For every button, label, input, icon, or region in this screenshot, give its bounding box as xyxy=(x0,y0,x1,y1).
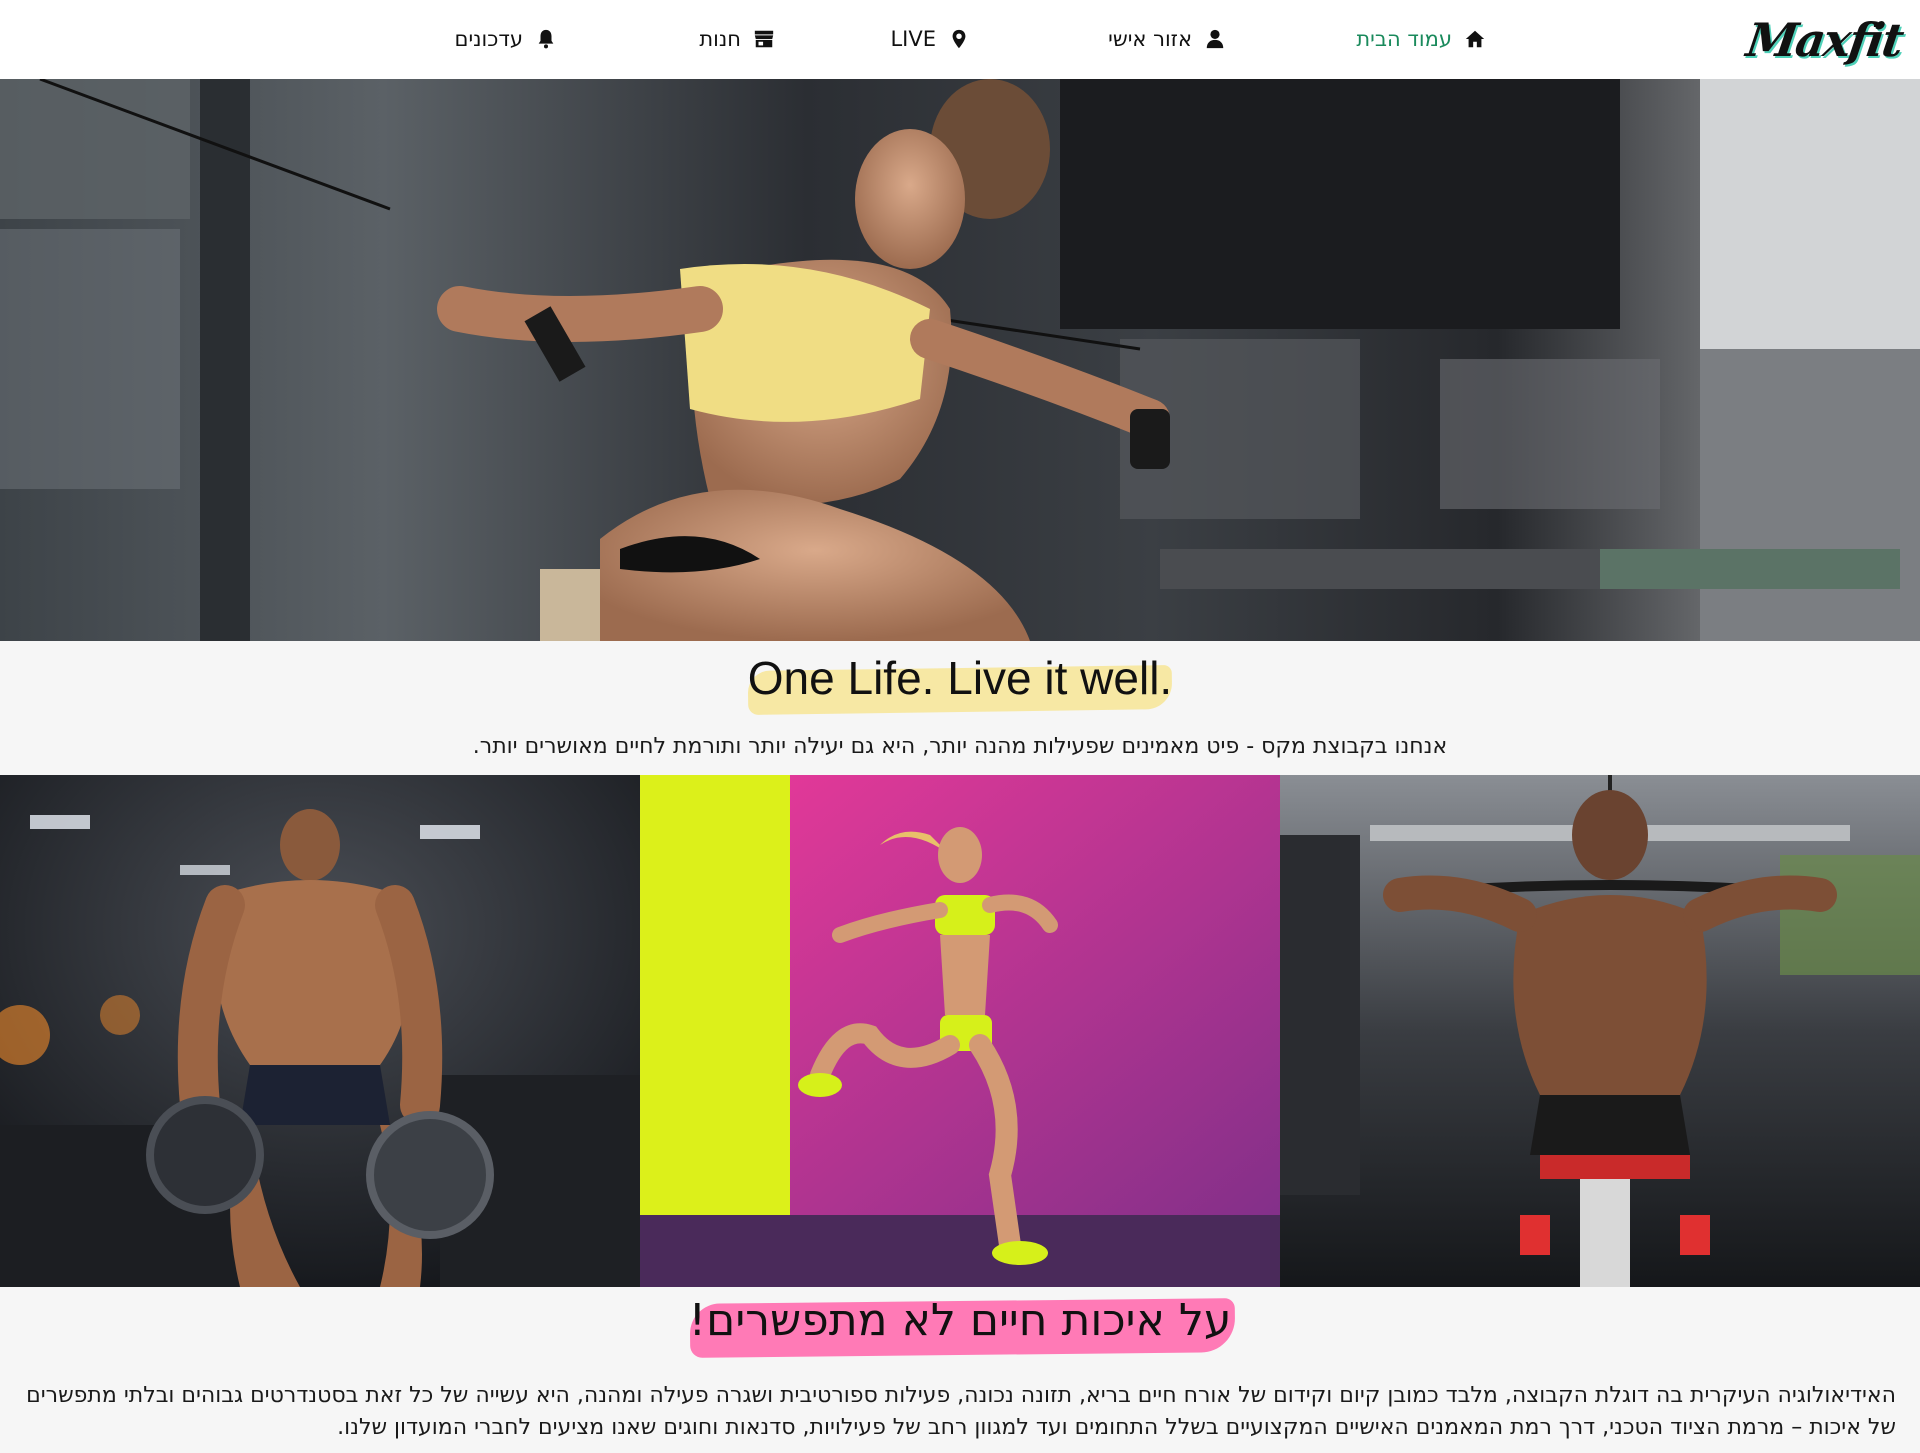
nav-item-label: עדכונים xyxy=(454,27,523,51)
hero-image xyxy=(0,79,1920,641)
bell-icon xyxy=(535,28,557,50)
nav-item-label: עמוד הבית xyxy=(1356,27,1452,51)
slogan-section: One Life. Live it well. xyxy=(0,641,1920,715)
slogan-heading: One Life. Live it well. xyxy=(747,652,1173,704)
user-icon xyxy=(1204,28,1226,50)
store-icon xyxy=(753,28,775,50)
section-title: על איכות חיים לא מתפשרים! xyxy=(688,1295,1232,1346)
image-gallery xyxy=(0,775,1920,1287)
nav-item-label: LIVE xyxy=(890,27,936,51)
section-body-text: האידיאולוגיה העיקרית בה דוגלת הקבוצה, מל… xyxy=(26,1383,1896,1440)
maxfit-logo[interactable]: Maxfit xyxy=(1744,4,1908,74)
top-navbar: Maxfit עמוד הבית אזור אישי LIVE חנות עדכ… xyxy=(0,0,1920,79)
nav-item-live[interactable]: LIVE xyxy=(890,22,970,56)
gallery-image-lat-pulldown-man xyxy=(1280,775,1920,1287)
nav-item-shop[interactable]: חנות xyxy=(699,22,775,56)
map-marker-icon xyxy=(948,28,970,50)
intro-text: אנחנו בקבוצת מקס - פיט מאמינים שפעילות מ… xyxy=(472,734,1448,759)
nav-item-label: אזור אישי xyxy=(1108,27,1192,51)
nav-item-updates[interactable]: עדכונים xyxy=(455,22,557,56)
nav-item-label: חנות xyxy=(699,27,741,51)
nav-item-personal-area[interactable]: אזור אישי xyxy=(1108,22,1226,56)
gallery-image-jumping-woman xyxy=(640,775,1280,1287)
gallery-image-bodybuilder xyxy=(0,775,640,1287)
home-icon xyxy=(1464,28,1486,50)
logo-text: Maxfit xyxy=(1743,13,1906,67)
nav-item-home[interactable]: עמוד הבית xyxy=(1356,22,1486,56)
